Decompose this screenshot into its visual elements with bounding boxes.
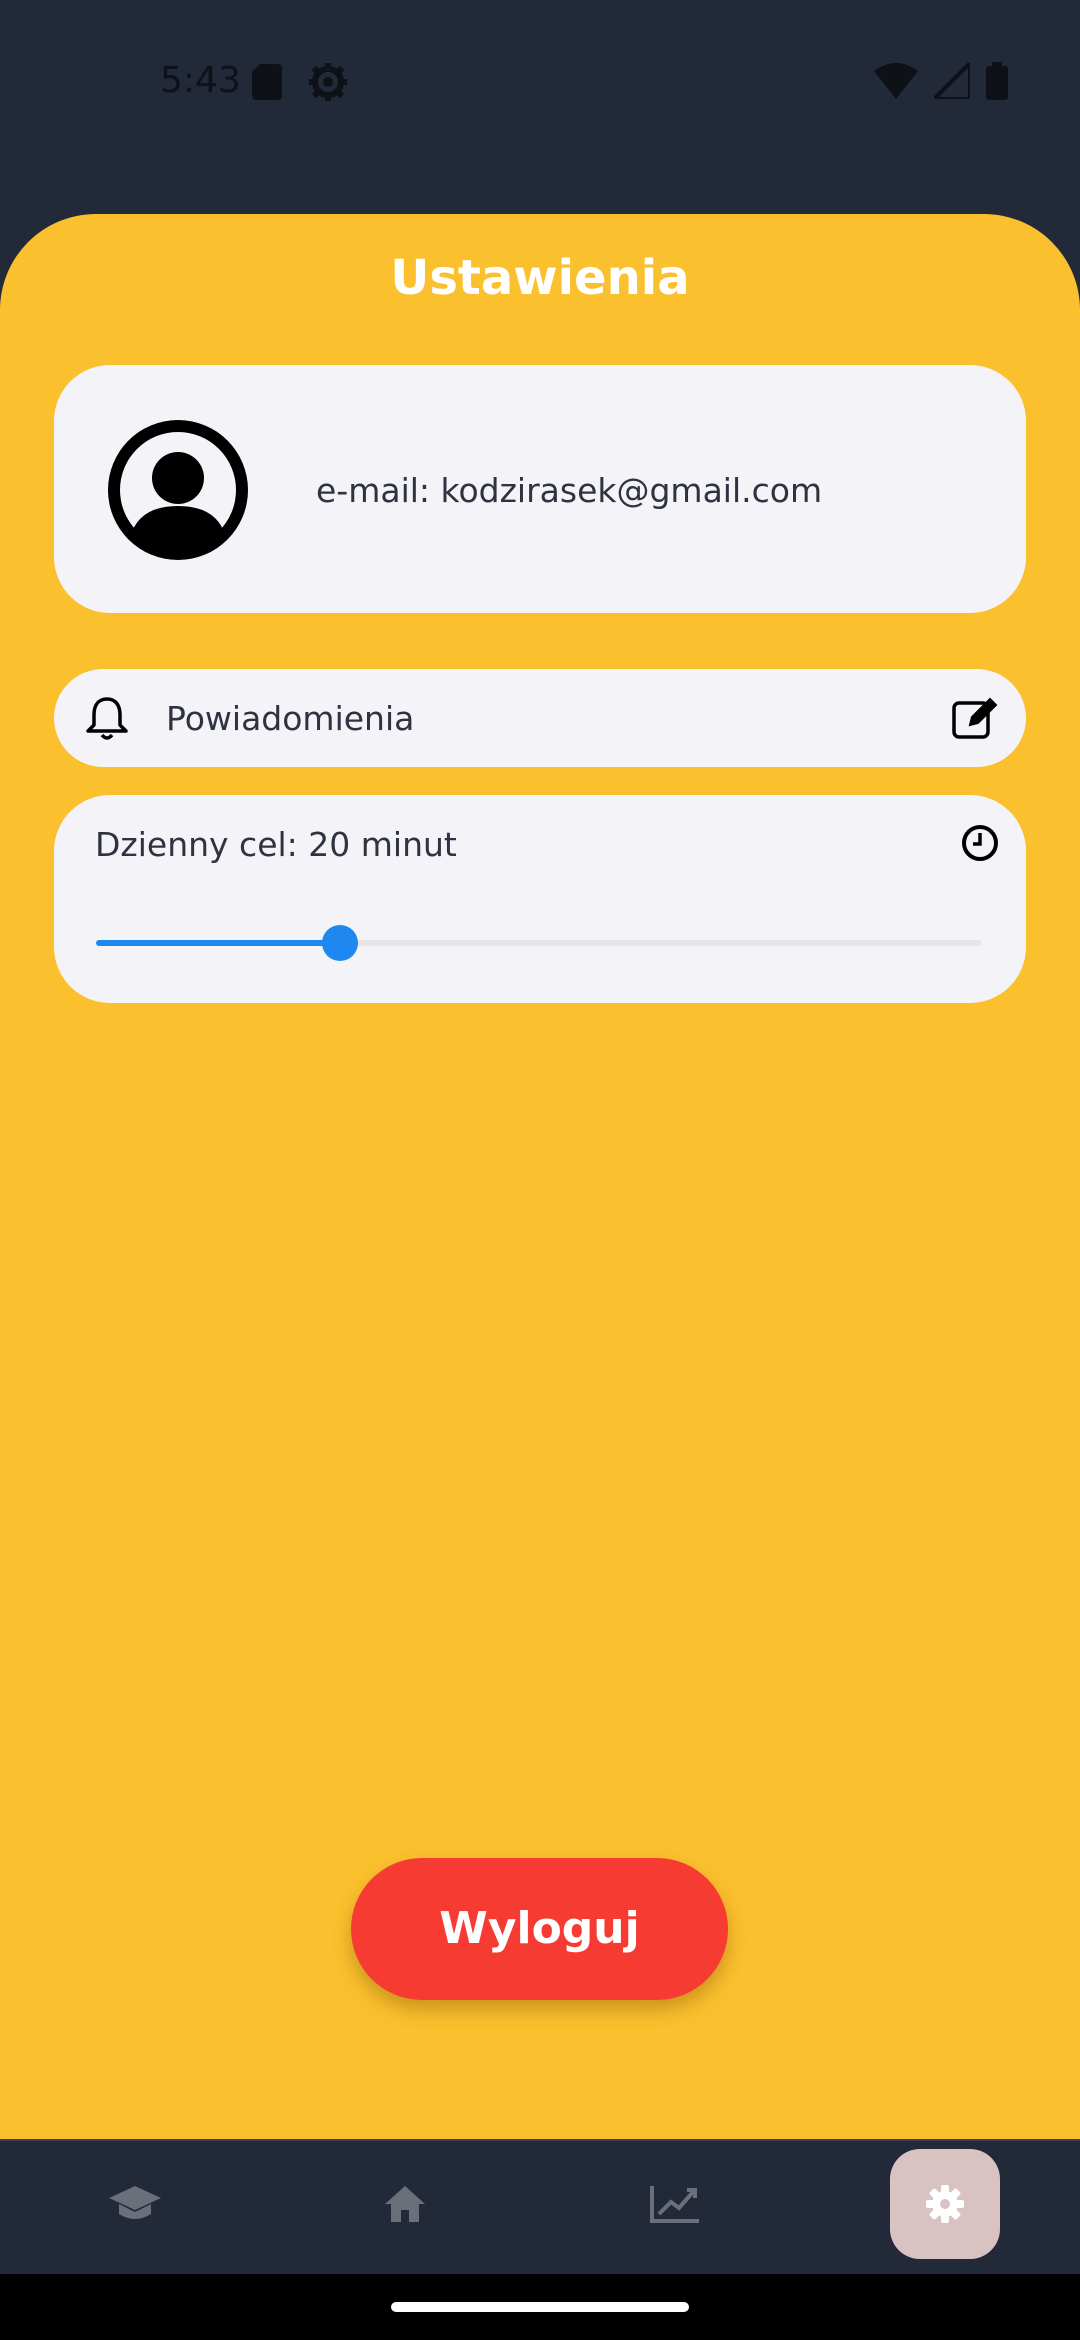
battery-icon [986, 62, 1008, 100]
daily-goal-slider[interactable] [96, 925, 982, 961]
status-time: 5:43 [160, 60, 241, 101]
chart-line-icon [650, 2186, 699, 2223]
slider-fill [96, 940, 340, 946]
sd-card-icon [252, 64, 282, 100]
logout-button[interactable]: Wyloguj [351, 1858, 728, 2000]
notifications-row[interactable]: Powiadomienia [54, 669, 1026, 767]
nav-item-stats[interactable] [620, 2149, 730, 2259]
settings-gear-icon [309, 63, 347, 101]
nav-item-home[interactable] [350, 2149, 460, 2259]
nav-item-settings[interactable] [890, 2149, 1000, 2259]
notifications-label: Powiadomienia [166, 699, 415, 738]
home-icon [385, 2186, 425, 2222]
slider-thumb[interactable] [321, 925, 358, 961]
user-avatar-icon [108, 420, 248, 560]
daily-goal-card: Dzienny cel: 20 minut [54, 795, 1026, 1003]
clock-icon [962, 825, 998, 861]
bell-icon [86, 697, 128, 740]
wifi-icon [874, 63, 918, 99]
status-icons-right [874, 62, 1008, 100]
profile-card: e-mail: kodzirasek@gmail.com [54, 365, 1026, 613]
settings-gear-icon [926, 2185, 964, 2223]
page-title: Ustawienia [390, 250, 690, 306]
gesture-bar [0, 2274, 1080, 2340]
graduation-cap-icon [109, 2186, 161, 2219]
status-icons-left [252, 62, 348, 102]
nav-item-learn[interactable] [80, 2149, 190, 2259]
daily-goal-label: Dzienny cel: 20 minut [95, 825, 457, 864]
email-text: e-mail: kodzirasek@gmail.com [316, 471, 823, 510]
edit-icon[interactable] [950, 693, 1000, 743]
cell-signal-icon [934, 63, 970, 99]
gesture-handle[interactable] [391, 2302, 689, 2312]
status-bar: 5:43 [0, 0, 1080, 170]
bottom-nav [0, 2139, 1080, 2276]
